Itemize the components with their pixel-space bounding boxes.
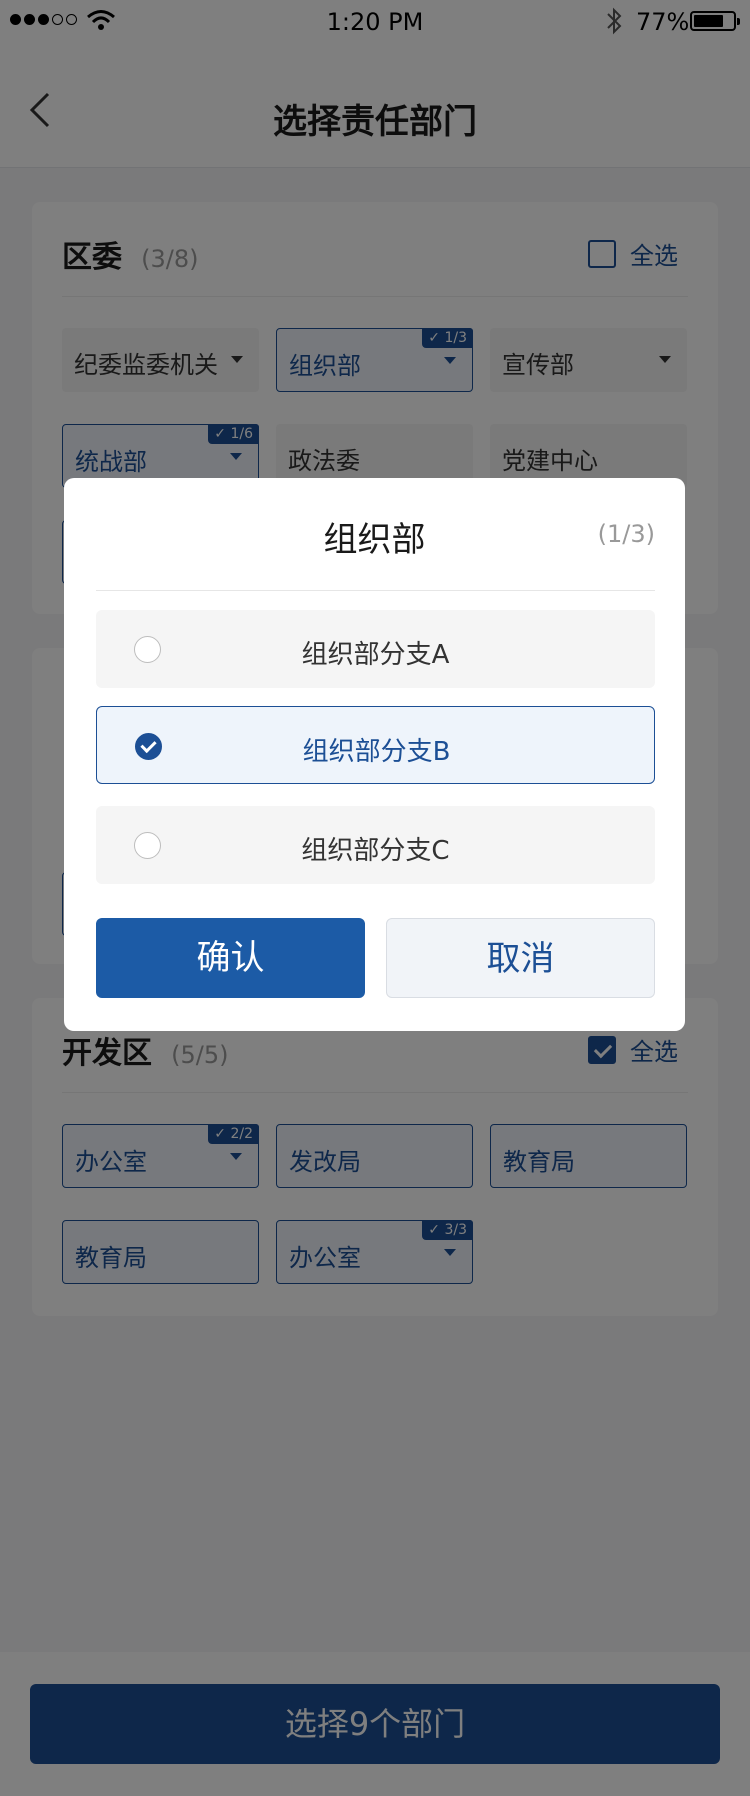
option-label: 组织部分支C — [301, 836, 450, 866]
option-label: 组织部分支A — [301, 640, 450, 670]
cancel-button[interactable]: 取消 — [386, 918, 655, 998]
option-branch-c[interactable]: 组织部分支C — [96, 806, 655, 884]
option-label: 组织部分支B — [302, 737, 451, 767]
sub-department-dialog: 组织部 (1/3) 组织部分支A 组织部分支B 组织部分支C 确认 取消 — [64, 478, 685, 1031]
option-branch-a[interactable]: 组织部分支A — [96, 610, 655, 688]
confirm-button[interactable]: 确认 — [96, 918, 365, 998]
dialog-count: (1/3) — [597, 520, 655, 548]
divider — [96, 590, 655, 591]
dialog-title: 组织部 — [323, 520, 426, 560]
option-branch-b[interactable]: 组织部分支B — [96, 706, 655, 784]
